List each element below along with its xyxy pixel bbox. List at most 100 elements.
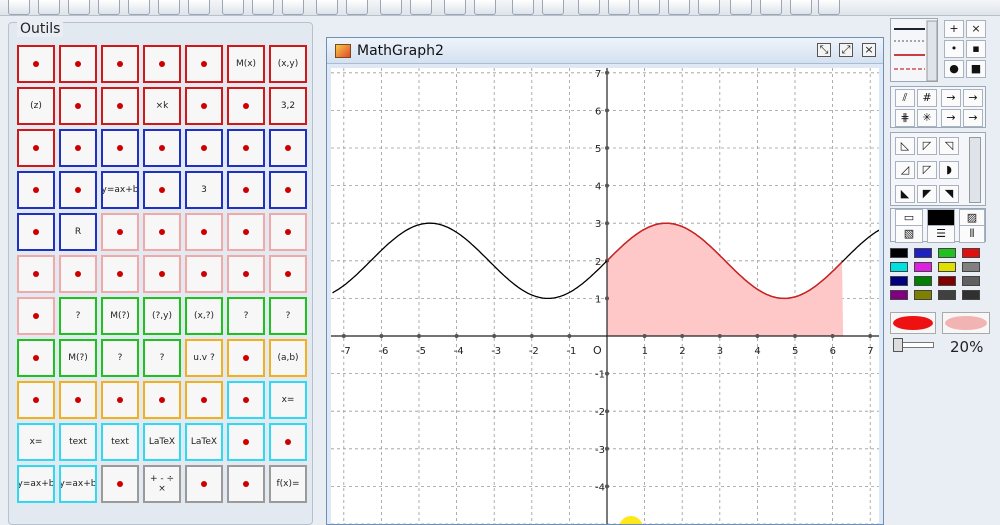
line-style-list[interactable] <box>890 18 938 82</box>
point-style-small[interactable]: • <box>944 40 964 58</box>
tool-button-33[interactable] <box>185 213 223 251</box>
angle-style-2[interactable]: ◸ <box>917 137 937 155</box>
arrow-style-4[interactable]: → <box>963 109 983 127</box>
angle-style-3[interactable]: ◹ <box>939 137 959 155</box>
tool-button-17[interactable] <box>101 129 139 167</box>
hash-mark-button[interactable]: ⋕ <box>895 109 915 127</box>
arrow-style-2[interactable]: → <box>963 89 983 107</box>
tool-button-72[interactable]: y=ax+b <box>59 465 97 503</box>
fill-pattern-vertical[interactable]: ⦀ <box>959 225 985 243</box>
angle-style-7[interactable]: ◣ <box>895 185 915 203</box>
tool-button-36[interactable] <box>17 255 55 293</box>
tool-button-3[interactable] <box>101 45 139 83</box>
tool-button-5[interactable] <box>185 45 223 83</box>
tool-button-56[interactable]: (a,b) <box>269 339 307 377</box>
tool-button-34[interactable] <box>227 213 265 251</box>
toolbar-button-3[interactable] <box>68 0 90 15</box>
tool-button-40[interactable] <box>185 255 223 293</box>
tool-button-1[interactable] <box>17 45 55 83</box>
tool-button-71[interactable]: y=ax+b <box>17 465 55 503</box>
tool-button-45[interactable]: M(?) <box>101 297 139 335</box>
toolbar-button-27[interactable] <box>818 0 840 15</box>
toolbar-button-11[interactable] <box>316 0 338 15</box>
toolbar-button-4[interactable] <box>98 0 120 15</box>
angle-style-4[interactable]: ◿ <box>895 161 915 179</box>
tool-button-18[interactable] <box>143 129 181 167</box>
toolbar-button-23[interactable] <box>698 0 720 15</box>
tool-button-52[interactable]: ? <box>101 339 139 377</box>
toolbar-button-10[interactable] <box>282 0 304 15</box>
tool-button-74[interactable]: + - ÷ × <box>143 465 181 503</box>
point-style-square[interactable]: ▪ <box>966 40 986 58</box>
tool-button-22[interactable] <box>17 171 55 209</box>
color-swatch-4[interactable] <box>962 248 980 258</box>
tool-button-57[interactable] <box>17 381 55 419</box>
tool-button-21[interactable] <box>269 129 307 167</box>
tool-button-59[interactable] <box>101 381 139 419</box>
tool-button-43[interactable] <box>17 297 55 335</box>
tool-button-55[interactable] <box>227 339 265 377</box>
opacity-slider[interactable] <box>893 338 934 352</box>
color-swatch-6[interactable] <box>914 262 932 272</box>
tool-button-31[interactable] <box>101 213 139 251</box>
toolbar-button-14[interactable] <box>410 0 432 15</box>
point-style-big-square[interactable]: ■ <box>966 60 986 78</box>
tool-button-14[interactable]: 3,2 <box>269 87 307 125</box>
angle-style-1[interactable]: ◺ <box>895 137 915 155</box>
tool-button-77[interactable]: f(x)= <box>269 465 307 503</box>
tool-button-75[interactable] <box>185 465 223 503</box>
point-style-round[interactable]: ● <box>944 60 964 78</box>
angle-style-5[interactable]: ◸ <box>917 161 937 179</box>
tool-button-48[interactable]: ? <box>227 297 265 335</box>
minimize-icon[interactable]: ⤡ <box>817 43 831 57</box>
tool-button-38[interactable] <box>101 255 139 293</box>
tool-button-35[interactable] <box>269 213 307 251</box>
tool-button-9[interactable] <box>59 87 97 125</box>
color-swatch-1[interactable] <box>890 248 908 258</box>
color-swatch-10[interactable] <box>914 276 932 286</box>
color-swatch-8[interactable] <box>962 262 980 272</box>
tool-button-11[interactable]: ×k <box>143 87 181 125</box>
toolbar-button-12[interactable] <box>346 0 368 15</box>
color-swatch-3[interactable] <box>938 248 956 258</box>
angle-style-scrollbar[interactable] <box>969 137 981 203</box>
toolbar-button-5[interactable] <box>128 0 150 15</box>
add-button[interactable]: + <box>944 20 964 38</box>
tool-button-47[interactable]: (x,?) <box>185 297 223 335</box>
fill-pattern-hatch-2[interactable]: ▧ <box>895 225 923 243</box>
tool-button-16[interactable] <box>59 129 97 167</box>
tool-button-53[interactable]: ? <box>143 339 181 377</box>
toolbar-button-25[interactable] <box>760 0 782 15</box>
color-swatch-14[interactable] <box>914 290 932 300</box>
tool-button-24[interactable]: y=ax+b <box>101 171 139 209</box>
angle-style-8[interactable]: ◤ <box>917 185 937 203</box>
color-swatch-13[interactable] <box>890 290 908 300</box>
toolbar-button-2[interactable] <box>38 0 60 15</box>
cross-mark-button[interactable]: ✳ <box>917 109 937 127</box>
close-icon[interactable]: × <box>862 43 876 57</box>
remove-button[interactable]: × <box>966 20 986 38</box>
tool-button-67[interactable]: LaTeX <box>143 423 181 461</box>
toolbar-button-7[interactable] <box>188 0 210 15</box>
color-swatch-12[interactable] <box>962 276 980 286</box>
toolbar-button-20[interactable] <box>608 0 630 15</box>
tool-button-41[interactable] <box>227 255 265 293</box>
fill-pattern-lines[interactable]: ☰ <box>927 225 955 243</box>
tool-button-66[interactable]: text <box>101 423 139 461</box>
tool-button-73[interactable] <box>101 465 139 503</box>
tool-button-39[interactable] <box>143 255 181 293</box>
tool-button-51[interactable]: M(?) <box>59 339 97 377</box>
tool-button-60[interactable] <box>143 381 181 419</box>
tool-button-26[interactable]: 3 <box>185 171 223 209</box>
tool-button-25[interactable] <box>143 171 181 209</box>
tool-button-54[interactable]: u.v ? <box>185 339 223 377</box>
tool-button-12[interactable] <box>185 87 223 125</box>
tool-button-32[interactable] <box>143 213 181 251</box>
tool-button-4[interactable] <box>143 45 181 83</box>
tool-button-15[interactable] <box>17 129 55 167</box>
tool-button-27[interactable] <box>227 171 265 209</box>
toolbar-button-9[interactable] <box>252 0 274 15</box>
graph-canvas[interactable]: -7 -6 -5 -4 -3 -2 -1 1 2 3 4 5 6 7 -4 -3 -2 -1 1 2 3 4 5 6 7 O <box>331 68 879 524</box>
tool-button-58[interactable] <box>59 381 97 419</box>
color-swatch-5[interactable] <box>890 262 908 272</box>
